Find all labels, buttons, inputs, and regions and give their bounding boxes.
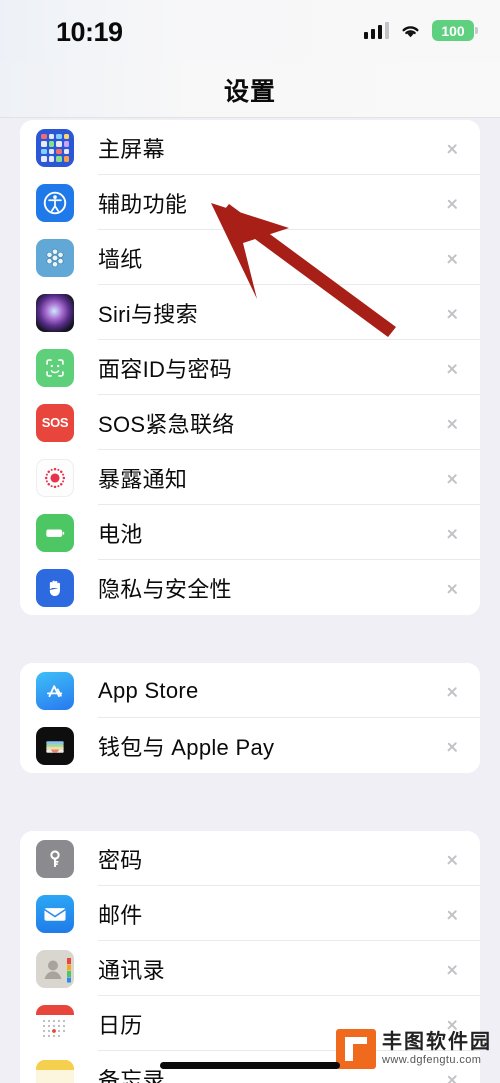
settings-row-contacts[interactable]: 通讯录: [20, 941, 480, 996]
chevron-right-icon: [447, 682, 458, 700]
face-id-icon: [36, 348, 74, 387]
settings-row-label: 墙纸: [98, 246, 143, 272]
privacy-hand-icon: [36, 568, 74, 607]
settings-row-accessibility[interactable]: 辅助功能: [20, 175, 480, 230]
settings-row-label: 隐私与安全性: [98, 576, 232, 602]
exposure-notifications-icon: [36, 458, 74, 497]
watermark-logo-icon: [336, 1029, 376, 1069]
settings-row-face-id[interactable]: 面容ID与密码: [20, 340, 480, 395]
battery-status-indicator: 100: [432, 20, 478, 41]
settings-row-label: 备忘录: [98, 1067, 165, 1083]
settings-row-home-screen[interactable]: 主屏幕: [20, 120, 480, 175]
cellular-bars-icon: [363, 22, 389, 39]
page-title: 设置: [223, 77, 276, 106]
settings-row-wallet-apple-pay[interactable]: 钱包与 Apple Pay: [20, 718, 480, 773]
settings-section-store: App Store 钱包与 Apple Pay: [20, 663, 480, 773]
siri-icon: [36, 293, 74, 332]
status-bar: 10:19 100: [0, 0, 500, 62]
chevron-right-icon: [447, 359, 458, 377]
status-bar-time: 10:19: [56, 17, 123, 47]
battery-percentage: 100: [441, 22, 465, 39]
passwords-key-icon: [36, 839, 74, 878]
chevron-right-icon: [447, 737, 458, 755]
accessibility-icon: [36, 183, 74, 222]
settings-row-passwords[interactable]: 密码: [20, 831, 480, 886]
wallet-icon: [36, 726, 74, 765]
iphone-settings-screen: 10:19 100 设置 主屏幕 辅助功能 墙纸 Siri与搜索 面容ID与密码…: [0, 0, 500, 1083]
settings-row-label: 主屏幕: [98, 136, 165, 162]
settings-row-app-store[interactable]: App Store: [20, 663, 480, 718]
settings-row-label: App Store: [98, 677, 199, 703]
watermark: 丰图软件园 www.dgfengtu.com: [336, 1029, 492, 1069]
home-screen-icon: [36, 128, 74, 167]
contacts-icon: [36, 949, 74, 988]
watermark-text: 丰图软件园 www.dgfengtu.com: [382, 1031, 492, 1067]
settings-row-label: 密码: [98, 847, 143, 873]
mail-envelope-icon: [36, 894, 74, 933]
watermark-site-name: 丰图软件园: [382, 1031, 492, 1054]
chevron-right-icon: [447, 414, 458, 432]
battery-icon: [36, 513, 74, 552]
settings-list[interactable]: 主屏幕 辅助功能 墙纸 Siri与搜索 面容ID与密码 SOS SOS紧急联络 …: [0, 118, 500, 1083]
navigation-bar: 设置: [0, 62, 500, 118]
chevron-right-icon: [447, 469, 458, 487]
settings-row-label: 日历: [98, 1012, 143, 1038]
chevron-right-icon: [447, 960, 458, 978]
settings-row-siri-search[interactable]: Siri与搜索: [20, 285, 480, 340]
sos-icon: SOS: [36, 403, 74, 442]
notes-icon: [36, 1059, 74, 1083]
settings-row-sos[interactable]: SOS SOS紧急联络: [20, 395, 480, 450]
settings-row-label: 面容ID与密码: [98, 356, 233, 382]
chevron-right-icon: [447, 249, 458, 267]
settings-row-label: 电池: [98, 521, 143, 547]
chevron-right-icon: [447, 905, 458, 923]
status-bar-indicators: 100: [363, 20, 478, 41]
settings-row-mail[interactable]: 邮件: [20, 886, 480, 941]
app-store-icon: [36, 671, 74, 710]
settings-row-battery[interactable]: 电池: [20, 505, 480, 560]
wallpaper-icon: [36, 238, 74, 277]
chevron-right-icon: [447, 194, 458, 212]
settings-row-label: 暴露通知: [98, 466, 188, 492]
settings-row-wallpaper[interactable]: 墙纸: [20, 230, 480, 285]
calendar-icon: [36, 1004, 74, 1043]
settings-row-privacy-security[interactable]: 隐私与安全性: [20, 560, 480, 615]
settings-row-exposure-notifications[interactable]: 暴露通知: [20, 450, 480, 505]
settings-row-label: Siri与搜索: [98, 301, 198, 327]
settings-row-label: 通讯录: [98, 957, 165, 983]
chevron-right-icon: [447, 850, 458, 868]
chevron-right-icon: [447, 304, 458, 322]
wifi-icon: [399, 22, 422, 39]
chevron-right-icon: [447, 139, 458, 157]
chevron-right-icon: [447, 1070, 458, 1083]
settings-row-label: SOS紧急联络: [98, 411, 235, 437]
chevron-right-icon: [447, 579, 458, 597]
settings-row-label: 辅助功能: [98, 191, 188, 217]
settings-section-system: 主屏幕 辅助功能 墙纸 Siri与搜索 面容ID与密码 SOS SOS紧急联络 …: [20, 120, 480, 615]
home-indicator[interactable]: [160, 1062, 340, 1069]
watermark-url: www.dgfengtu.com: [382, 1054, 482, 1067]
settings-row-label: 邮件: [98, 902, 143, 928]
settings-row-label: 钱包与 Apple Pay: [98, 734, 275, 760]
chevron-right-icon: [447, 524, 458, 542]
